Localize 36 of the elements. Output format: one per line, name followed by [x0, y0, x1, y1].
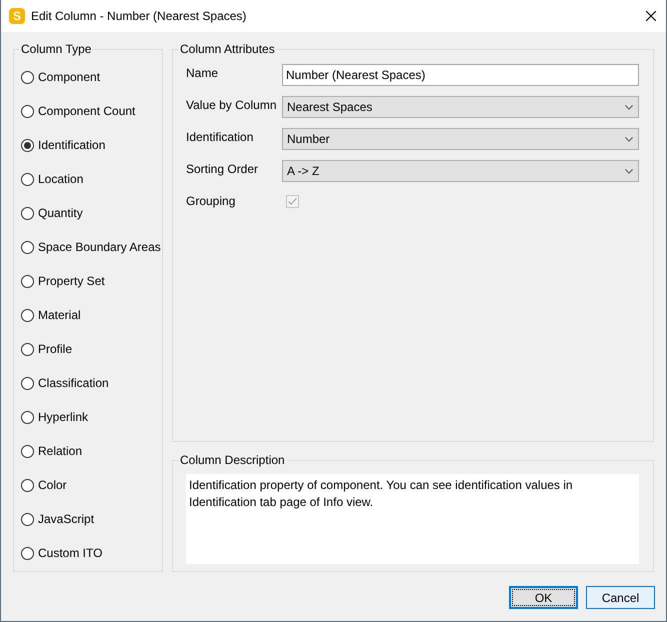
- radio-option[interactable]: Custom ITO: [21, 545, 102, 561]
- description-field: Identification property of component. You can see identification values in Identification tab page of Info view.: [186, 474, 639, 564]
- chevron-down-icon: [625, 104, 633, 110]
- dropdown[interactable]: A -> Z: [282, 160, 639, 182]
- field-label: Value by Column: [186, 97, 276, 114]
- radio-option[interactable]: Quantity: [21, 205, 83, 221]
- dropdown[interactable]: Number: [282, 128, 639, 150]
- radio-option[interactable]: Relation: [21, 443, 82, 459]
- radio-option[interactable]: Space Boundary Areas: [21, 239, 161, 255]
- dialog-button[interactable]: OK: [509, 586, 578, 609]
- radio-option[interactable]: Classification: [21, 375, 109, 391]
- chevron-down-icon: [625, 168, 633, 174]
- field-label: Sorting Order: [186, 161, 258, 178]
- group-title: Column Attributes: [179, 42, 276, 56]
- radio-option[interactable]: Profile: [21, 341, 72, 357]
- dialog-button[interactable]: Cancel: [586, 586, 655, 609]
- chevron-down-icon: [625, 136, 633, 142]
- window-title: Edit Column - Number (Nearest Spaces): [31, 9, 248, 23]
- radio-option[interactable]: Hyperlink: [21, 409, 88, 425]
- close-icon: [646, 11, 656, 21]
- radio-option[interactable]: Location: [21, 171, 84, 187]
- radio-option[interactable]: Property Set: [21, 273, 105, 289]
- field-label: Grouping: [186, 193, 236, 210]
- radio-option[interactable]: Material: [21, 307, 81, 323]
- group-title: Column Type: [20, 42, 92, 56]
- group-title: Column Description: [179, 453, 286, 467]
- radio-option[interactable]: JavaScript: [21, 511, 94, 527]
- field-label: Name: [186, 65, 218, 82]
- app-logo: S: [9, 8, 25, 24]
- dropdown[interactable]: Nearest Spaces: [282, 96, 639, 118]
- radio-option[interactable]: Color: [21, 477, 67, 493]
- radio-option[interactable]: Component: [21, 69, 100, 85]
- field-label: Identification: [186, 129, 254, 146]
- text-field[interactable]: Number (Nearest Spaces): [282, 64, 639, 86]
- radio-option[interactable]: Identification: [21, 137, 106, 153]
- radio-option[interactable]: Component Count: [21, 103, 136, 119]
